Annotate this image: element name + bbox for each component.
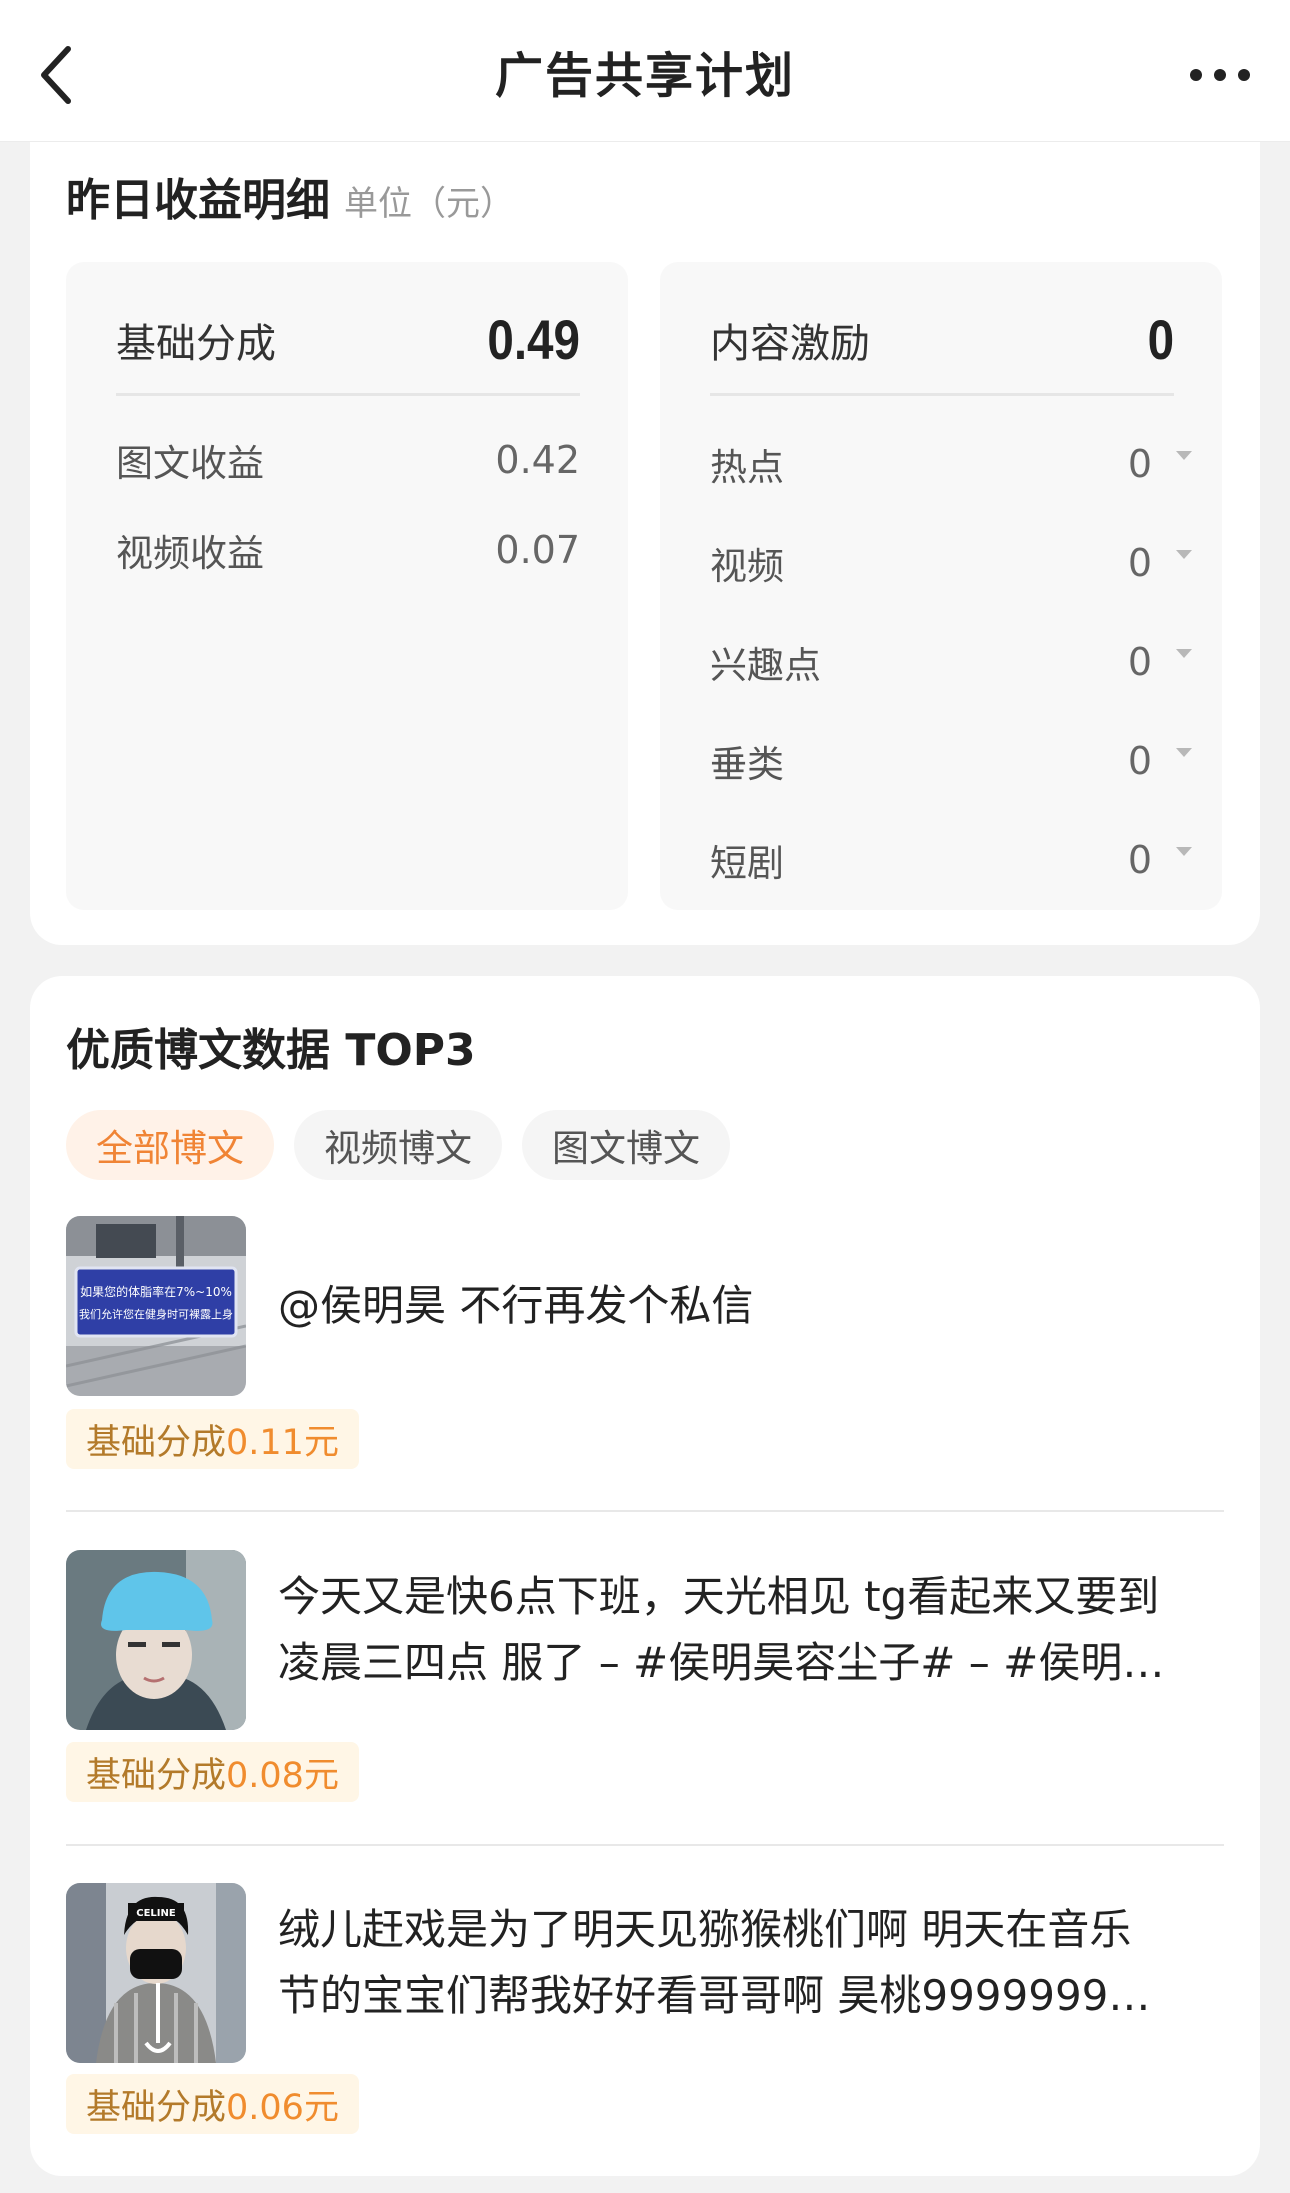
post-type-tabs: 全部博文 视频博文 图文博文 — [66, 1110, 730, 1180]
gym-sign-image: 如果您的体脂率在7%~10% 我们允许您在健身时可裸露上身 — [66, 1216, 246, 1396]
tab-image-text-posts[interactable]: 图文博文 — [522, 1110, 730, 1180]
row-label: 视频收益 — [116, 532, 264, 575]
incentive-row-video[interactable]: 视频 0 — [710, 533, 1192, 593]
person-umbrella-image: CELINE — [66, 1883, 246, 2063]
badge-value: 0.06元 — [226, 2087, 339, 2128]
post-thumbnail[interactable]: 如果您的体脂率在7%~10% 我们允许您在健身时可裸露上身 — [66, 1216, 246, 1396]
post-text[interactable]: @侯明昊 不行再发个私信 — [278, 1273, 1224, 1339]
sign-text-line2: 我们允许您在健身时可裸露上身 — [79, 1307, 233, 1321]
earnings-badge: 基础分成 0.11元 — [66, 1409, 359, 1469]
top-posts-title: 优质博文数据 TOP3 — [66, 1025, 476, 1076]
post-text-line: 节的宝宝们帮我好好看哥哥啊 昊桃9999999… — [278, 1971, 1151, 2020]
more-dot-icon — [1238, 69, 1250, 81]
post-item[interactable]: CELINE 绒儿赶戏是为了明天见猕猴桃们啊 明天在音乐 节的宝宝们帮我好好看哥… — [66, 1883, 1224, 2134]
hat-logo-text: CELINE — [136, 1908, 176, 1919]
basic-row-image-text: 图文收益 0.42 — [116, 430, 580, 490]
caret-down-icon — [1176, 846, 1192, 856]
basic-share-panel: 基础分成 0.49 图文收益 0.42 视频收益 0.07 — [66, 262, 628, 910]
person-blue-hat-image — [66, 1550, 246, 1730]
basic-share-header: 基础分成 0.49 — [116, 286, 580, 396]
caret-down-icon — [1176, 450, 1192, 460]
post-text[interactable]: 今天又是快6点下班，天光相见 tg看起来又要到 凌晨三四点 服了 – #侯明昊容… — [278, 1564, 1224, 1696]
post-thumbnail[interactable] — [66, 1550, 246, 1730]
post-text[interactable]: 绒儿赶戏是为了明天见猕猴桃们啊 明天在音乐 节的宝宝们帮我好好看哥哥啊 昊桃99… — [278, 1897, 1224, 2029]
caret-down-icon — [1176, 549, 1192, 559]
basic-share-label: 基础分成 — [116, 320, 276, 367]
top-nav-bar: 广告共享计划 — [0, 0, 1290, 142]
badge-value: 0.11元 — [226, 1422, 339, 1463]
row-label: 兴趣点 — [710, 644, 821, 687]
row-value: 0 — [1127, 838, 1152, 882]
row-label: 图文收益 — [116, 442, 264, 485]
basic-row-video: 视频收益 0.07 — [116, 520, 580, 580]
post-text-line: 今天又是快6点下班，天光相见 tg看起来又要到 — [278, 1572, 1160, 1621]
post-text-line: 凌晨三四点 服了 – #侯明昊容尘子# – #侯明… — [278, 1638, 1165, 1687]
incentive-row-short-drama[interactable]: 短剧 0 — [710, 830, 1192, 890]
caret-down-icon — [1176, 648, 1192, 658]
more-dot-icon — [1214, 69, 1226, 81]
row-value: 0.42 — [495, 438, 580, 482]
row-label: 短剧 — [710, 842, 784, 885]
divider — [66, 1510, 1224, 1512]
badge-value: 0.08元 — [226, 1755, 339, 1796]
earnings-title-text: 昨日收益明细 — [66, 175, 330, 226]
badge-label: 基础分成 — [86, 2087, 227, 2128]
post-item[interactable]: 如果您的体脂率在7%~10% 我们允许您在健身时可裸露上身 @侯明昊 不行再发个… — [66, 1216, 1224, 1469]
chevron-left-icon — [41, 46, 71, 104]
row-label: 视频 — [710, 545, 784, 588]
earnings-badge: 基础分成 0.08元 — [66, 1742, 359, 1802]
post-thumbnail[interactable]: CELINE — [66, 1883, 246, 2063]
post-item[interactable]: 今天又是快6点下班，天光相见 tg看起来又要到 凌晨三四点 服了 – #侯明昊容… — [66, 1550, 1224, 1802]
earnings-title: 昨日收益明细 单位（元） — [66, 164, 514, 228]
badge-label: 基础分成 — [86, 1755, 227, 1796]
row-value: 0 — [1127, 541, 1152, 585]
tab-all-posts[interactable]: 全部博文 — [66, 1110, 274, 1180]
page-title: 广告共享计划 — [494, 47, 795, 104]
incentive-row-hot[interactable]: 热点 0 — [710, 434, 1192, 494]
earnings-unit: 单位（元） — [344, 184, 514, 224]
incentive-row-vertical[interactable]: 垂类 0 — [710, 731, 1192, 791]
back-button[interactable] — [26, 40, 86, 110]
content-incentive-panel: 内容激励 0 热点 0 视频 0 兴趣点 0 垂类 0 短剧 0 — [660, 262, 1222, 910]
badge-label: 基础分成 — [86, 1422, 227, 1463]
earnings-card: 昨日收益明细 单位（元） 基础分成 0.49 图文收益 0.42 视频收益 0.0… — [30, 110, 1260, 945]
basic-share-value: 0.49 — [487, 308, 580, 371]
row-label: 热点 — [710, 446, 784, 489]
sign-text-line1: 如果您的体脂率在7%~10% — [80, 1284, 232, 1299]
more-dot-icon — [1190, 69, 1202, 81]
content-incentive-header: 内容激励 0 — [710, 286, 1174, 396]
row-value: 0 — [1127, 442, 1152, 486]
row-value: 0 — [1127, 640, 1152, 684]
top-posts-card: 优质博文数据 TOP3 全部博文 视频博文 图文博文 如果您的体脂率在7%~10… — [30, 976, 1260, 2176]
row-value: 0.07 — [495, 528, 580, 572]
caret-down-icon — [1176, 747, 1192, 757]
earnings-badge: 基础分成 0.06元 — [66, 2074, 359, 2134]
content-incentive-value: 0 — [1147, 308, 1174, 371]
divider — [66, 1844, 1224, 1846]
content-incentive-label: 内容激励 — [710, 320, 870, 367]
incentive-row-interest[interactable]: 兴趣点 0 — [710, 632, 1192, 692]
row-label: 垂类 — [710, 743, 784, 786]
more-options-button[interactable] — [1180, 50, 1260, 100]
tab-video-posts[interactable]: 视频博文 — [294, 1110, 502, 1180]
post-text-line: 绒儿赶戏是为了明天见猕猴桃们啊 明天在音乐 — [278, 1905, 1132, 1954]
row-value: 0 — [1127, 739, 1152, 783]
